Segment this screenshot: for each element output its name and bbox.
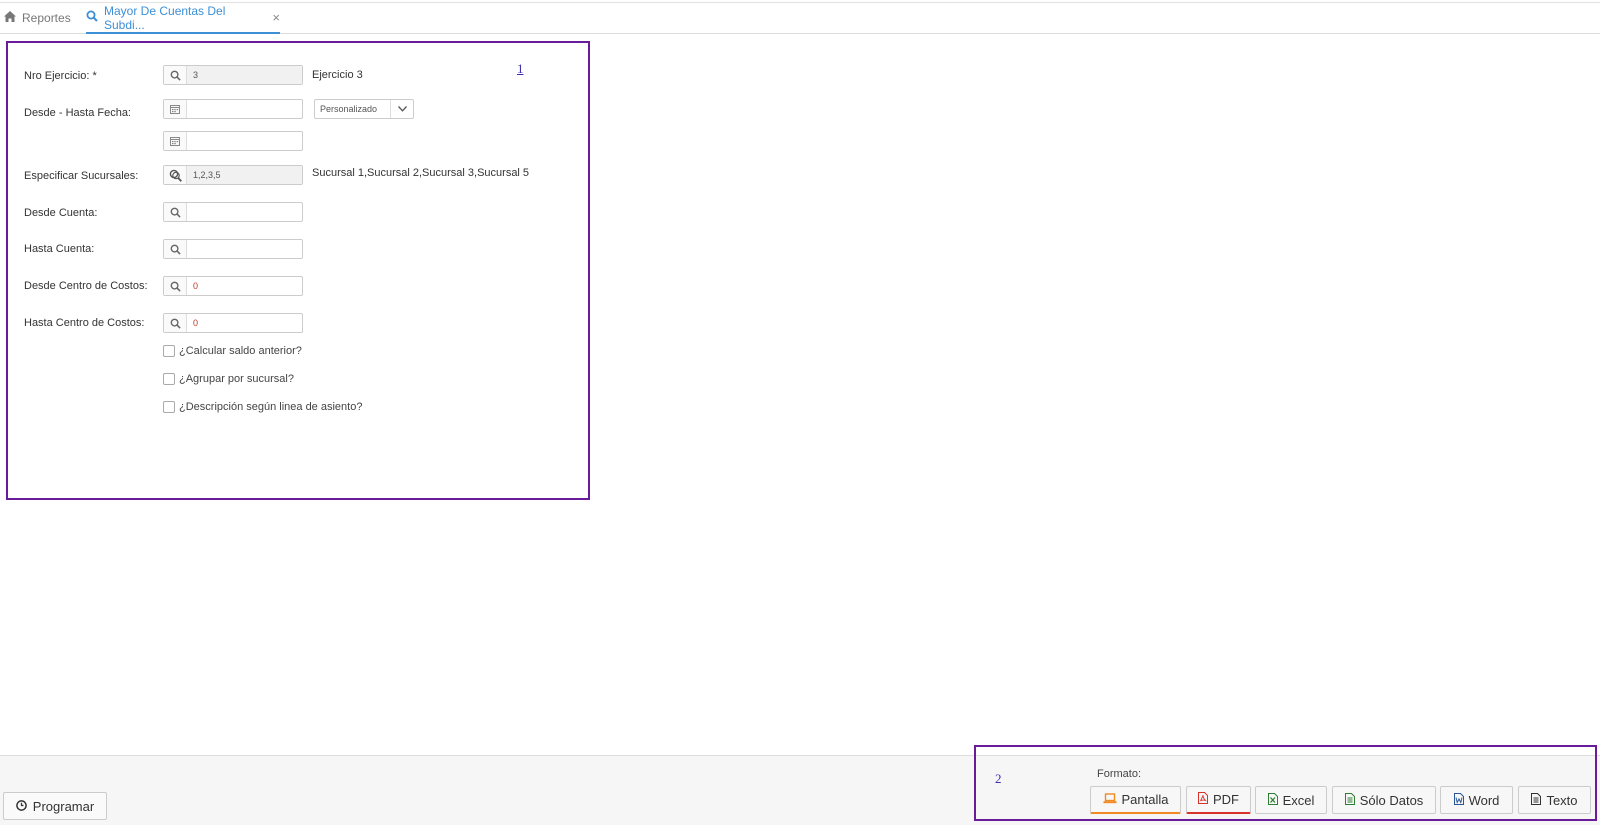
texto-button[interactable]: Texto (1518, 786, 1591, 814)
period-select-value: Personalizado (320, 104, 378, 114)
desde-centro-label: Desde Centro de Costos: (24, 280, 148, 292)
tab-reportes[interactable]: Reportes (4, 3, 71, 33)
desde-cuenta-field (163, 202, 303, 222)
laptop-icon (1103, 792, 1122, 807)
sucursales-description: Sucursal 1,Sucursal 2,Sucursal 3,Sucursa… (312, 167, 530, 179)
calendar-icon[interactable] (164, 100, 187, 118)
programar-label: Programar (32, 798, 95, 814)
sucursales-input[interactable]: 1,2,3,5 (187, 166, 302, 184)
period-select[interactable]: Personalizado (314, 99, 414, 119)
hasta-centro-label: Hasta Centro de Costos: (24, 317, 145, 329)
desde-centro-field: 0 (163, 276, 303, 296)
desde-fecha-field (163, 99, 303, 119)
excel-label: Excel (1282, 792, 1315, 808)
excel-file-icon (1267, 792, 1283, 808)
pantalla-button[interactable]: Pantalla (1090, 786, 1181, 814)
word-file-icon (1453, 792, 1469, 808)
checkbox-box[interactable] (163, 345, 175, 357)
checkbox-label: ¿Calcular saldo anterior? (179, 345, 302, 357)
desde-centro-input[interactable]: 0 (187, 277, 302, 295)
descripcion-linea-checkbox[interactable]: ¿Descripción según linea de asiento? (163, 401, 362, 413)
formato-label: Formato: (1097, 768, 1142, 780)
close-icon[interactable]: × (272, 10, 280, 25)
tab-mayor-cuentas[interactable]: Mayor De Cuentas Del Subdi... × (86, 3, 280, 34)
search-icon[interactable] (164, 240, 187, 258)
sucursales-label: Especificar Sucursales: (24, 170, 139, 182)
annotation-number-1: 1 (517, 61, 524, 76)
hasta-fecha-field (163, 131, 303, 151)
pdf-label: PDF (1213, 792, 1239, 807)
excel-button[interactable]: Excel (1255, 786, 1327, 814)
text-file-icon (1531, 792, 1546, 808)
calcular-saldo-checkbox[interactable]: ¿Calcular saldo anterior? (163, 345, 302, 357)
home-icon (4, 11, 22, 25)
desde-cuenta-input[interactable] (187, 203, 302, 221)
hasta-cuenta-input[interactable] (187, 240, 302, 258)
programar-button[interactable]: Programar (3, 792, 107, 820)
pantalla-label: Pantalla (1121, 792, 1169, 807)
nro-ejercicio-input[interactable]: 3 (187, 66, 302, 84)
hasta-cuenta-label: Hasta Cuenta: (24, 243, 95, 255)
hasta-cuenta-field (163, 239, 303, 259)
word-label: Word (1468, 792, 1500, 808)
texto-label: Texto (1546, 792, 1578, 808)
desde-fecha-input[interactable] (187, 100, 302, 118)
annotation-number-2: 2 (995, 771, 1002, 786)
search-icon[interactable] (164, 66, 187, 84)
calendar-icon[interactable] (164, 132, 187, 150)
fecha-label: Desde - Hasta Fecha: (24, 107, 131, 119)
solo-datos-label: Sólo Datos (1359, 792, 1424, 808)
search-icon[interactable] (164, 203, 187, 221)
checkbox-box[interactable] (163, 401, 175, 413)
checkbox-label: ¿Agrupar por sucursal? (179, 373, 294, 385)
clock-icon (15, 799, 33, 814)
multi-search-icon[interactable] (164, 166, 187, 184)
pdf-file-icon (1198, 792, 1213, 807)
tab-reportes-label: Reportes (22, 11, 71, 25)
search-icon[interactable] (164, 314, 187, 332)
data-file-icon (1344, 792, 1360, 808)
nro-ejercicio-description: Ejercicio 3 (312, 69, 363, 81)
word-button[interactable]: Word (1440, 786, 1513, 814)
chevron-down-icon (390, 100, 413, 118)
agrupar-sucursal-checkbox[interactable]: ¿Agrupar por sucursal? (163, 373, 294, 385)
checkbox-label: ¿Descripción según linea de asiento? (179, 401, 363, 413)
search-icon (86, 10, 104, 25)
solo-datos-button[interactable]: Sólo Datos (1332, 786, 1436, 814)
nro-ejercicio-field: 3 (163, 65, 303, 85)
pdf-button[interactable]: PDF (1186, 786, 1251, 814)
tab-mayor-cuentas-label: Mayor De Cuentas Del Subdi... (104, 3, 226, 32)
hasta-fecha-input[interactable] (187, 132, 302, 150)
tab-bar: Reportes Mayor De Cuentas Del Subdi... × (0, 3, 1600, 34)
nro-ejercicio-label: Nro Ejercicio: * (24, 70, 97, 82)
search-icon[interactable] (164, 277, 187, 295)
sucursales-field: 1,2,3,5 (163, 165, 303, 185)
hasta-centro-field: 0 (163, 313, 303, 333)
checkbox-box[interactable] (163, 373, 175, 385)
hasta-centro-input[interactable]: 0 (187, 314, 302, 332)
desde-cuenta-label: Desde Cuenta: (24, 207, 98, 219)
